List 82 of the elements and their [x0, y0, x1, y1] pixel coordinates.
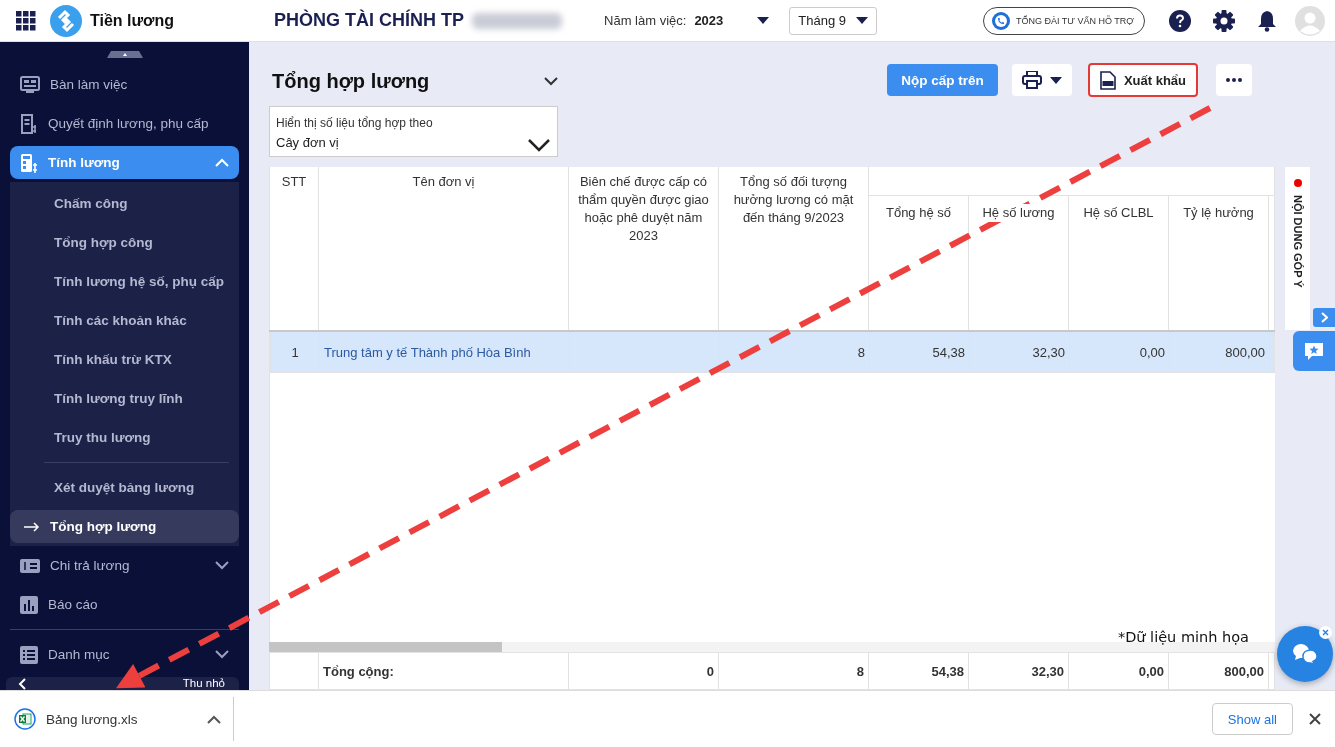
- table-cell: 32,30: [1032, 344, 1065, 360]
- money-list-icon: [20, 557, 40, 574]
- column-header: Hệ số lương: [982, 204, 1055, 222]
- title-dropdown-toggle[interactable]: [544, 76, 558, 86]
- chevron-icon: [527, 138, 551, 152]
- submenu-item[interactable]: Tính lương hệ số, phụ cấp: [10, 265, 239, 298]
- total-cell: 8: [856, 663, 864, 679]
- settings-icon[interactable]: [1213, 9, 1235, 32]
- sidebar-item[interactable]: Quyết định lương, phụ cấp: [10, 107, 239, 140]
- page-title: Tổng hợp lương: [272, 69, 430, 93]
- submenu-item[interactable]: Truy thu lương: [10, 421, 239, 454]
- desk-icon: [20, 75, 40, 94]
- chevron-icon: [207, 714, 221, 724]
- caret-icon: [1049, 76, 1062, 84]
- app-name: Tiền lương: [90, 11, 174, 30]
- total-cell: 0,00: [1138, 663, 1164, 679]
- arrow-icon: [24, 521, 40, 532]
- submenu-item[interactable]: Tổng hợp công: [10, 226, 239, 259]
- chevron-icon: [544, 76, 558, 86]
- app-grid-icon[interactable]: [16, 10, 36, 31]
- submenu-item[interactable]: Xét duyệt bảng lương: [10, 471, 239, 504]
- star-message-icon: [1304, 342, 1324, 360]
- submenu-item[interactable]: Tính khấu trừ KTX: [10, 343, 239, 376]
- list-icon: [20, 645, 38, 664]
- column-header: Tỷ lệ hưởng: [1183, 204, 1254, 222]
- sidebar-item[interactable]: Báo cáo: [10, 588, 239, 621]
- logo-icon: [50, 4, 82, 37]
- feedback-button[interactable]: [1293, 331, 1335, 371]
- sidebar-item[interactable]: Bàn làm việc: [10, 68, 239, 101]
- feedback-tab[interactable]: NỘI DUNG GÓP Ý: [1285, 167, 1310, 330]
- chat-button[interactable]: [1277, 626, 1333, 682]
- submenu-item[interactable]: Tính lương truy lĩnh: [10, 382, 239, 415]
- downloaded-file[interactable]: Bảng lương.xls: [0, 697, 234, 741]
- export-button[interactable]: Xuất khẩu: [1087, 63, 1198, 97]
- calculator-money-icon: [20, 152, 38, 173]
- total-cell: 32,30: [1031, 663, 1064, 679]
- submenu-item[interactable]: Tính các khoản khác: [10, 304, 239, 337]
- spreadsheet-file-icon: [14, 708, 36, 730]
- organization-title: PHÒNG TÀI CHÍNH TP: [274, 10, 464, 31]
- collapse-handle-icon[interactable]: [106, 51, 143, 58]
- expand-button[interactable]: [1313, 308, 1335, 327]
- more-icon: [1226, 78, 1242, 82]
- chevron-icon: [215, 561, 229, 570]
- display-mode-select[interactable]: Hiển thị số liệu tổng hợp theo Cây đơn vị: [269, 106, 558, 157]
- table-cell: 800,00: [1225, 344, 1265, 360]
- more-button[interactable]: [1216, 64, 1252, 96]
- total-label: Tổng cộng:: [323, 663, 394, 679]
- table-cell: 8: [857, 344, 865, 360]
- caret-icon: [856, 17, 869, 24]
- collapse-sidebar-button[interactable]: Thu nhỏ: [6, 677, 239, 690]
- printer-icon: [1021, 71, 1042, 89]
- table-cell: 54,38: [932, 344, 965, 360]
- bar-chart-icon: [20, 595, 38, 614]
- chevron-right-icon: [1320, 312, 1328, 323]
- year-label: Năm làm việc:: [604, 13, 687, 28]
- print-button[interactable]: [1011, 64, 1072, 96]
- table-cell: Trung tâm y tế Thành phố Hòa Bình: [324, 344, 531, 360]
- column-header: Tổng hệ số: [885, 204, 951, 222]
- total-cell: 800,00: [1224, 663, 1264, 679]
- chevron-icon: [215, 158, 229, 167]
- caret-icon: [757, 17, 770, 24]
- notification-bell-icon[interactable]: [1257, 9, 1277, 32]
- total-cell: 54,38: [931, 663, 964, 679]
- submenu-item[interactable]: Chấm công: [10, 187, 239, 220]
- table-cell: 0,00: [1139, 344, 1165, 360]
- show-all-button[interactable]: Show all: [1211, 703, 1293, 735]
- hotline-button[interactable]: TỔNG ĐÀI TƯ VẤN HỖ TRỢ: [982, 6, 1145, 35]
- document-money-icon: [20, 113, 38, 134]
- sidebar-item[interactable]: Danh mục: [10, 638, 239, 671]
- sidebar-item[interactable]: Chi trả lương: [10, 549, 239, 582]
- help-icon[interactable]: [1169, 9, 1191, 32]
- chevron-icon: [215, 650, 229, 659]
- illustration-note: *Dữ liệu minh họa: [1117, 629, 1249, 645]
- month-select[interactable]: Tháng 9: [789, 6, 878, 35]
- table-cell: 1: [291, 344, 299, 360]
- column-header: Hệ số CLBL: [1083, 204, 1154, 222]
- year-value: 2023: [694, 13, 724, 28]
- xml-file-icon: [1099, 70, 1116, 90]
- submenu-item[interactable]: Tổng hợp lương: [10, 510, 239, 543]
- phone-icon: [991, 11, 1010, 30]
- total-cell: 0: [706, 663, 714, 679]
- chat-bubbles-icon: [1291, 642, 1319, 666]
